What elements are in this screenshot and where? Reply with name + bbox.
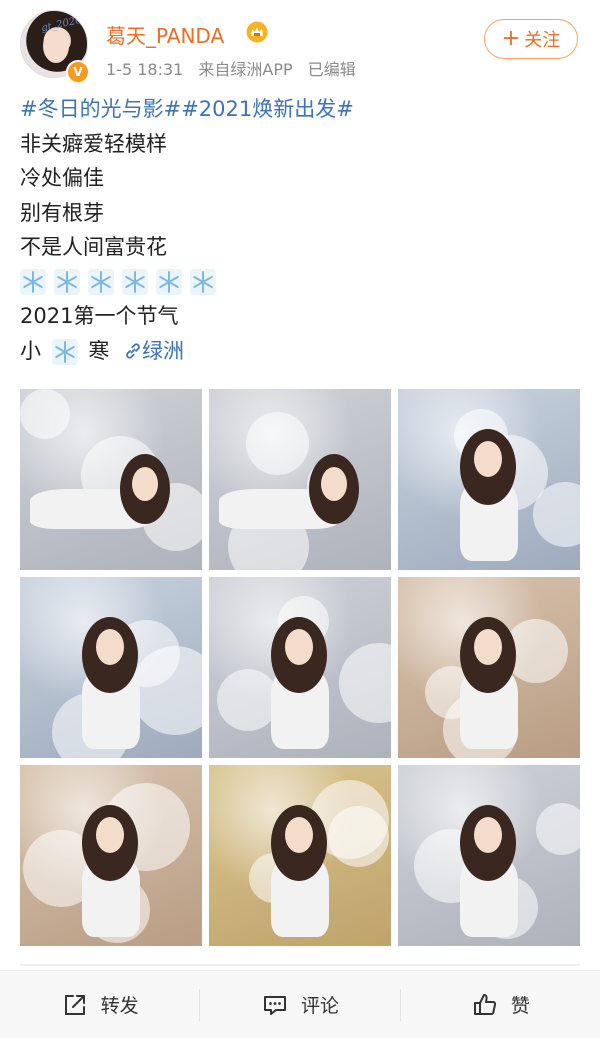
photo-grid bbox=[20, 389, 580, 948]
divider bbox=[20, 964, 580, 966]
text-line: 不是人间富贵花 bbox=[20, 235, 167, 259]
photo-thumbnail[interactable] bbox=[209, 389, 391, 570]
post-meta: 1-5 18:31 来自绿洲APP 已编辑 bbox=[106, 56, 366, 80]
snowflake-icon bbox=[51, 338, 78, 365]
background-flower bbox=[217, 669, 279, 731]
figure-face bbox=[132, 467, 158, 501]
text-line: 非关癖爱轻模样 bbox=[20, 131, 167, 156]
xiaohan-prefix: 小 bbox=[20, 338, 41, 363]
comment-icon bbox=[263, 995, 286, 1015]
snowflake-icon bbox=[122, 268, 148, 295]
figure-face bbox=[285, 817, 313, 853]
vip-crown-icon[interactable] bbox=[246, 21, 268, 43]
figure-face bbox=[474, 441, 502, 477]
username[interactable]: 葛天_PANDA bbox=[106, 20, 224, 49]
snowflake-icon bbox=[54, 268, 80, 295]
verified-v-icon: V bbox=[66, 60, 90, 84]
comment-button[interactable]: 评论 bbox=[200, 971, 399, 1038]
edited-label[interactable]: 已编辑 bbox=[308, 60, 356, 79]
photo-thumbnail[interactable] bbox=[398, 389, 580, 570]
snowflake-icon bbox=[88, 268, 114, 295]
photo-thumbnail[interactable] bbox=[209, 765, 391, 946]
text-line: 别有根芽 bbox=[20, 200, 104, 225]
background-flower bbox=[536, 803, 580, 855]
photo-thumbnail[interactable] bbox=[209, 577, 391, 758]
hashtag-line[interactable]: #冬日的光与影##2021焕新出发# bbox=[20, 92, 580, 127]
snowflake-icon bbox=[156, 268, 182, 295]
like-button[interactable]: 赞 bbox=[401, 971, 600, 1038]
share-label: 转发 bbox=[100, 995, 139, 1017]
snowflake-icon bbox=[20, 268, 46, 295]
avatar-face bbox=[43, 29, 69, 63]
background-flower bbox=[339, 643, 391, 723]
snowflake-icon bbox=[190, 268, 216, 295]
plus-icon: + bbox=[501, 26, 521, 51]
figure-face bbox=[96, 629, 124, 665]
share-icon bbox=[64, 994, 85, 1015]
follow-button[interactable]: + 关注 bbox=[484, 19, 578, 59]
xiaohan-suffix: 寒 bbox=[88, 338, 110, 363]
post-source[interactable]: 来自绿洲APP bbox=[198, 60, 292, 79]
figure-face bbox=[321, 467, 347, 501]
snowflake-row bbox=[20, 265, 580, 300]
post-header: gt_2020 V 葛天_PANDA 1-5 18:31 来自绿洲APP 已编辑… bbox=[0, 0, 600, 90]
photo-thumbnail[interactable] bbox=[398, 577, 580, 758]
background-flower bbox=[20, 389, 70, 439]
share-button[interactable]: 转发 bbox=[0, 971, 199, 1038]
text-line: 2021第一个节气 bbox=[20, 304, 179, 328]
comment-label: 评论 bbox=[300, 995, 339, 1017]
xiaohan-line: 小 寒 绿洲 bbox=[20, 334, 580, 369]
photo-thumbnail[interactable] bbox=[20, 765, 202, 946]
photo-thumbnail[interactable] bbox=[20, 577, 202, 758]
link-label: 绿洲 bbox=[142, 338, 185, 363]
post-content: #冬日的光与影##2021焕新出发# 非关癖爱轻模样 冷处偏佳 别有根芽 不是人… bbox=[20, 92, 580, 368]
figure-face bbox=[474, 817, 502, 853]
post-timestamp: 1-5 18:31 bbox=[106, 60, 184, 79]
link-icon bbox=[126, 342, 140, 359]
action-bar: 转发 评论 赞 bbox=[0, 970, 600, 1038]
photo-thumbnail[interactable] bbox=[398, 765, 580, 946]
figure-face bbox=[96, 817, 124, 853]
like-label: 赞 bbox=[510, 995, 530, 1017]
text-line: 冷处偏佳 bbox=[20, 166, 104, 190]
figure-face bbox=[285, 629, 313, 665]
location-link[interactable]: 绿洲 bbox=[116, 339, 184, 363]
photo-thumbnail[interactable] bbox=[20, 389, 202, 570]
like-icon bbox=[473, 993, 496, 1015]
follow-label: 关注 bbox=[524, 30, 561, 51]
figure-face bbox=[474, 629, 502, 665]
background-flower bbox=[246, 412, 309, 475]
